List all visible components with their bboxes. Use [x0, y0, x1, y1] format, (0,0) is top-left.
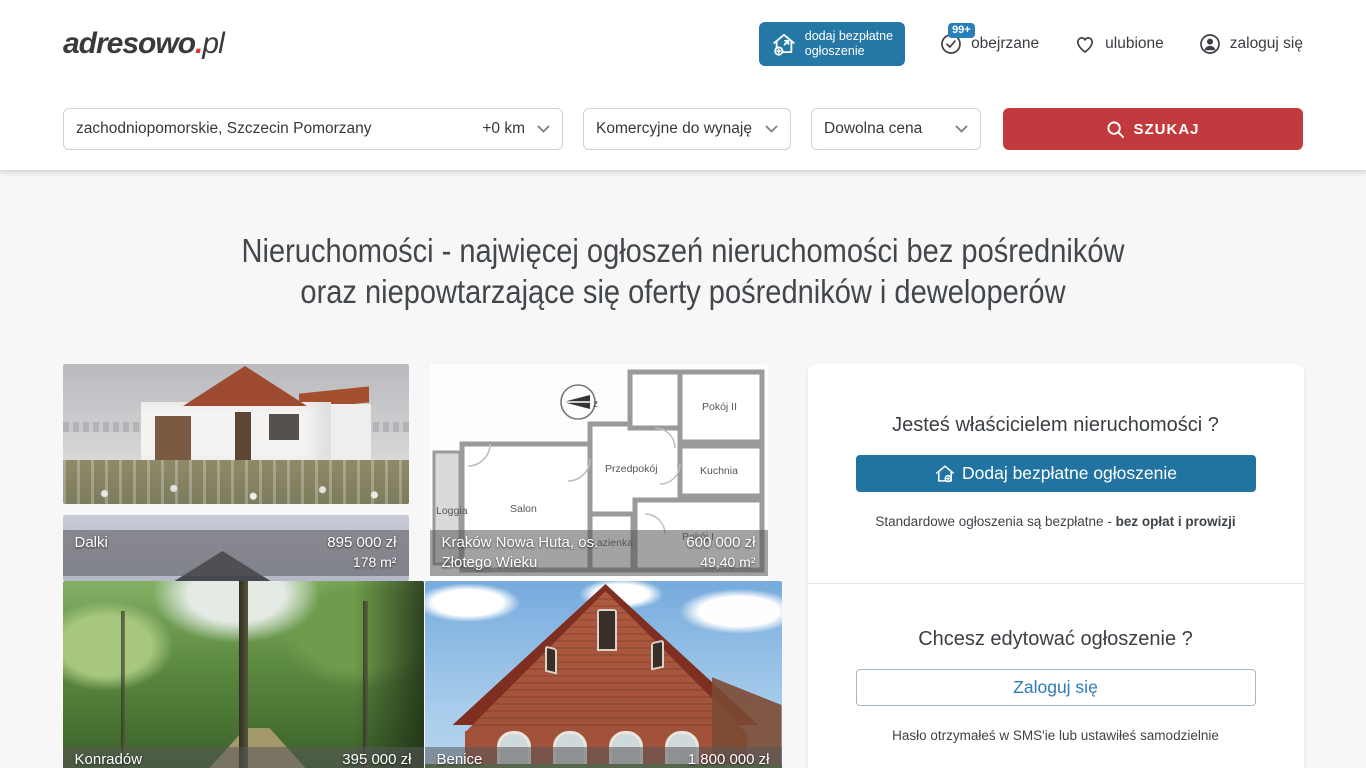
owner-note: Standardowe ogłoszenia są bezpłatne - be…: [808, 514, 1304, 529]
room-label-przedpokoj: Przedpokój: [605, 463, 658, 475]
listing-photo: [63, 581, 424, 768]
login-label: zaloguj się: [1230, 35, 1303, 53]
price-value: Dowolna cena: [824, 120, 922, 138]
check-circle-icon: 99+: [939, 32, 963, 56]
login-button[interactable]: zaloguj się: [1198, 32, 1303, 56]
listing-card-benice[interactable]: Benice 1 800 000 zł: [425, 581, 782, 768]
favorites-label: ulubione: [1105, 35, 1164, 53]
edit-panel-title: Chcesz edytować ogłoszenie ?: [808, 584, 1304, 651]
search-icon: [1106, 120, 1125, 139]
listing-caption: Benice 1 800 000 zł: [425, 747, 782, 768]
search-button[interactable]: SZUKAJ: [1003, 108, 1303, 150]
sidebar: Jesteś właścicielem nieruchomości ? Doda…: [808, 364, 1304, 768]
sidebar-add-listing-label: Dodaj bezpłatne ogłoszenie: [962, 463, 1177, 484]
viewed-button[interactable]: 99+ obejrzane: [939, 32, 1039, 56]
sidebar-login-label: Zaloguj się: [1013, 677, 1098, 698]
radius-value[interactable]: +0 km: [482, 120, 525, 138]
search-button-label: SZUKAJ: [1133, 121, 1199, 138]
location-value: zachodniopomorskie, Szczecin Pomorzany: [76, 120, 372, 138]
heart-icon: [1073, 32, 1097, 56]
listing-caption: Kraków Nowa Huta, os. Złotego Wieku 600 …: [430, 530, 768, 576]
logo[interactable]: adresowo.pl: [63, 27, 224, 61]
listing-name: Dalki: [75, 533, 108, 573]
listing-price: 895 000 zł: [327, 533, 396, 553]
price-select[interactable]: Dowolna cena: [811, 108, 981, 150]
room-label-loggia: Loggia: [436, 505, 468, 517]
listing-name: Benice: [437, 750, 483, 768]
page: adresowo.pl dodaj bezpłatne ogłoszenie: [0, 0, 1366, 768]
chevron-down-icon: [955, 125, 968, 133]
location-input[interactable]: zachodniopomorskie, Szczecin Pomorzany +…: [63, 108, 563, 150]
chevron-down-icon: [765, 125, 778, 133]
category-value: Komercyjne do wynaję: [596, 120, 752, 138]
listing-name: Konradów: [75, 750, 143, 768]
add-listing-label: dodaj bezpłatne ogłoszenie: [805, 29, 893, 59]
favorites-button[interactable]: ulubione: [1073, 32, 1164, 56]
add-listing-button[interactable]: dodaj bezpłatne ogłoszenie: [759, 22, 905, 66]
sidebar-add-listing-button[interactable]: Dodaj bezpłatne ogłoszenie: [856, 455, 1256, 492]
header: adresowo.pl dodaj bezpłatne ogłoszenie: [0, 0, 1366, 88]
sidebar-login-button[interactable]: Zaloguj się: [856, 669, 1256, 706]
content: Dalki 895 000 zł 178 m²: [63, 364, 1304, 768]
listing-card-dalki[interactable]: Dalki 895 000 zł 178 m²: [63, 364, 409, 581]
listing-card-krakow[interactable]: z Loggia Salon Przedpokój Kuchnia Pokój …: [430, 364, 768, 581]
owner-panel-title: Jesteś właścicielem nieruchomości ?: [808, 364, 1304, 437]
listing-photo: [63, 364, 409, 504]
listing-price: 1 800 000 zł: [688, 750, 770, 768]
search-bar: zachodniopomorskie, Szczecin Pomorzany +…: [0, 88, 1366, 170]
room-label-salon: Salon: [510, 503, 537, 515]
user-icon: [1198, 32, 1222, 56]
category-select[interactable]: Komercyjne do wynaję: [583, 108, 791, 150]
listing-area: 49,40 m²: [686, 553, 755, 572]
svg-text:z: z: [593, 399, 598, 410]
chevron-down-icon: [537, 125, 550, 133]
listing-area: 178 m²: [327, 553, 396, 572]
listing-photo: [425, 581, 782, 768]
house-add-icon: [771, 31, 797, 57]
listing-price: 395 000 zł: [342, 750, 411, 768]
listing-grid: Dalki 895 000 zł 178 m²: [63, 364, 782, 768]
logo-main: adresowo: [63, 27, 195, 60]
edit-note: Hasło otrzymałeś w SMS'ie lub ustawiłeś …: [808, 728, 1304, 743]
listing-name: Kraków Nowa Huta, os. Złotego Wieku: [442, 533, 624, 573]
compass-icon: z: [561, 385, 598, 419]
main: Nieruchomości - najwięcej ogłoszeń nieru…: [0, 170, 1366, 768]
room-label-pokoj2: Pokój II: [702, 401, 737, 413]
listing-caption: Konradów 395 000 zł: [63, 747, 424, 768]
logo-tld: pl: [202, 27, 223, 60]
listing-price: 600 000 zł: [686, 533, 755, 553]
viewed-label: obejrzane: [971, 35, 1039, 53]
room-label-kuchnia: Kuchnia: [700, 465, 738, 477]
header-actions: dodaj bezpłatne ogłoszenie 99+ obejrzane: [759, 22, 1303, 66]
page-title: Nieruchomości - najwięcej ogłoszeń nieru…: [82, 230, 1284, 312]
viewed-badge: 99+: [948, 23, 975, 38]
listing-caption: Dalki 895 000 zł 178 m²: [63, 530, 409, 576]
listing-card-konradow[interactable]: Konradów 395 000 zł: [63, 581, 424, 768]
house-add-icon: [934, 463, 956, 485]
